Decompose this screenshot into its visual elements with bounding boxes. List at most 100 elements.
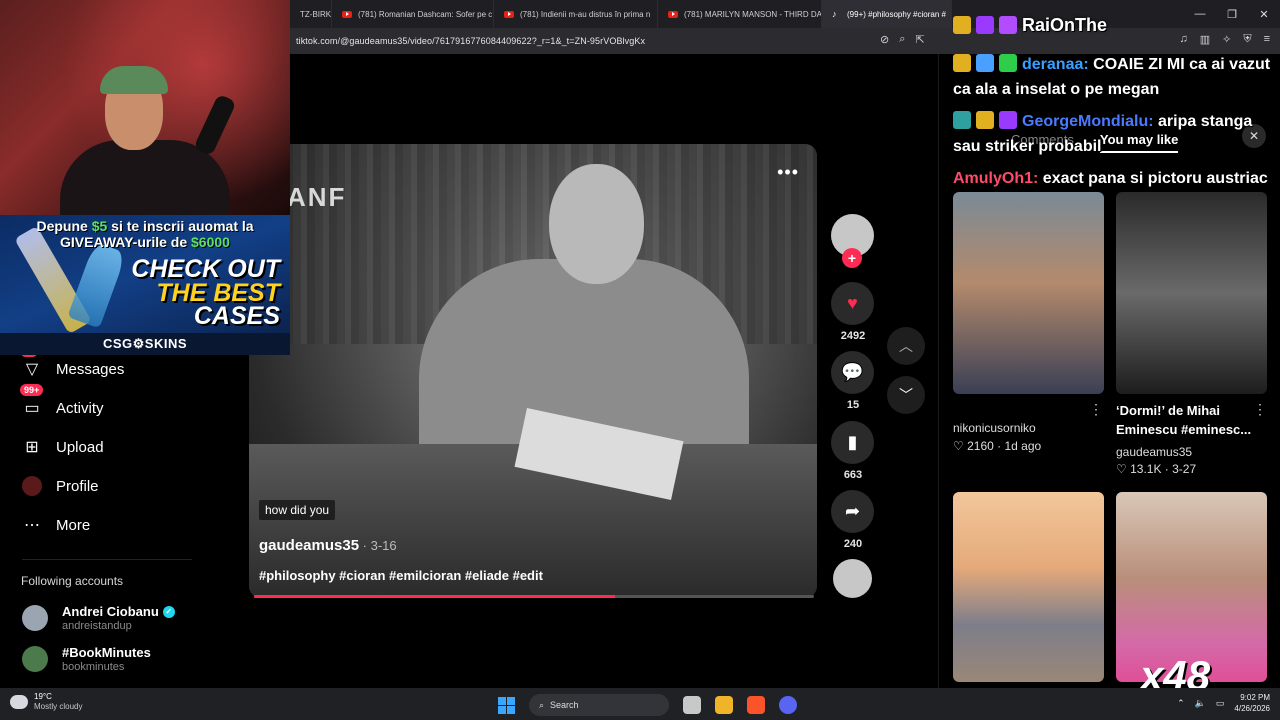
avatar	[22, 646, 48, 672]
verified-icon: ✓	[162, 605, 175, 618]
sidebar-item-profile[interactable]: Profile	[22, 476, 99, 496]
activity-badge: 99+	[20, 384, 44, 396]
emote-icon	[999, 16, 1017, 34]
tab-label: (99+) #philosophy #cioran #	[847, 9, 946, 19]
browser-tab[interactable]: TZ-BIRKE	[290, 0, 332, 28]
time: 9:02 PM	[1240, 693, 1270, 702]
network-icon[interactable]: ▭	[1216, 698, 1225, 709]
file-explorer-icon[interactable]	[715, 696, 733, 714]
url-field[interactable]: tiktok.com/@gaudeamus35/video/7617916776…	[296, 36, 645, 46]
sound-avatar[interactable]	[833, 559, 872, 598]
share-icon[interactable]: ⇱	[915, 33, 924, 46]
weather-widget[interactable]: 19°C Mostly cloudy	[10, 692, 82, 712]
system-tray: ⌃ 🔈 ▭ 9:02 PM 4/26/2026	[1177, 692, 1270, 714]
promo-line-1: Depune $5 si te inscrii auomat la	[0, 218, 290, 234]
tab-label: TZ-BIRKE	[300, 9, 332, 19]
brave-browser-icon[interactable]	[747, 696, 765, 714]
video-player[interactable]: ANF ••• how did you gaudeamus35 · 3-16 #…	[249, 144, 817, 598]
weather-desc: Mostly cloudy	[34, 702, 83, 711]
next-video-button[interactable]: ﹀	[887, 376, 925, 414]
thumb-likes: 2160	[967, 439, 994, 453]
thumb-author[interactable]: nikonicusorniko	[953, 421, 1036, 435]
previous-video-button[interactable]: ︿	[887, 327, 925, 365]
following-account[interactable]: Andrei Ciobanu ✓ andreistandup	[22, 604, 175, 632]
video-date: · 3-16	[359, 538, 397, 553]
robot-badge-icon	[976, 54, 994, 72]
sidebar-item-upload[interactable]: ⊞ Upload	[22, 437, 104, 457]
video-author[interactable]: gaudeamus35 · 3-16	[259, 537, 397, 554]
video-thumbnail[interactable]	[953, 492, 1104, 682]
discord-icon[interactable]	[779, 696, 797, 714]
thumb-title[interactable]: ‘Dormi!’ de Mihai Eminescu #eminesc...	[1116, 401, 1266, 439]
browser-tab[interactable]: (781) MARILYN MANSON - THIRD DA	[658, 0, 822, 28]
author-name[interactable]: gaudeamus35	[259, 537, 359, 554]
more-icon[interactable]: ⋮	[1089, 401, 1103, 418]
video-more-icon[interactable]: •••	[777, 162, 799, 183]
sidebar-item-label: Messages	[56, 360, 125, 378]
tab-label: (781) MARILYN MANSON - THIRD DA	[684, 9, 822, 19]
chat-user: AmulyOh1:	[953, 170, 1039, 187]
search-icon: ⌕	[539, 699, 545, 710]
youtube-icon	[342, 10, 352, 18]
promo-text: GIVEAWAY-urile de	[60, 234, 192, 250]
browser-tab-active[interactable]: ♪ (99+) #philosophy #cioran #	[822, 0, 952, 28]
save-button[interactable]: ▮	[831, 421, 874, 464]
sidebar-item-messages[interactable]: ▽40 Messages	[20, 345, 125, 379]
chat-message: RaiOnThe	[953, 13, 1107, 39]
save-count: 663	[843, 469, 863, 481]
chat-user: GeorgeMondialu:	[1022, 113, 1154, 130]
sidebar-item-label: Upload	[56, 438, 104, 456]
share-button[interactable]: ➦	[831, 490, 874, 533]
video-thumbnail[interactable]	[1116, 192, 1267, 394]
bookmark-icon: ▮	[847, 432, 858, 452]
chat-text: exact pana si pictoru austriac	[1038, 170, 1268, 187]
tab-label: (781) Indienii m-au distrus în prima n	[520, 9, 651, 19]
chat-user: deranaa:	[1022, 56, 1089, 73]
sidebar-item-more[interactable]: ⋯ More	[22, 515, 90, 535]
browser-tab[interactable]: (781) Romanian Dashcam: Sofer pe c	[332, 0, 494, 28]
video-thumbnail[interactable]	[953, 192, 1104, 394]
video-hashtags[interactable]: #philosophy #cioran #emilcioran #eliade …	[259, 568, 543, 583]
zoom-icon[interactable]: ⌕	[899, 33, 905, 46]
following-account[interactable]: #BookMinutes bookminutes	[22, 645, 151, 673]
taskbar-search[interactable]: ⌕ Search	[529, 694, 669, 716]
date: 4/26/2026	[1234, 704, 1270, 713]
windows-start-icon[interactable]	[498, 696, 515, 714]
video-caption: how did you	[259, 500, 336, 520]
promo-brand: CSG⚙SKINS	[0, 333, 290, 355]
promo-amount: $5	[91, 218, 108, 234]
like-count: 2492	[840, 330, 866, 342]
knife-graphic	[67, 241, 127, 329]
gift-badge-icon	[999, 111, 1017, 129]
chat-message: deranaa: COAIE ZI MI ca ai vazut ca ala …	[953, 52, 1273, 102]
youtube-icon	[504, 10, 514, 18]
account-name: Andrei Ciobanu	[62, 604, 159, 619]
task-view-icon[interactable]	[683, 696, 701, 714]
chevron-up-icon[interactable]: ⌃	[1177, 698, 1185, 709]
heart-icon: ♥	[847, 293, 858, 313]
progress-fill	[254, 595, 616, 598]
taskbar-apps: ⌕ Search	[498, 694, 797, 716]
activity-icon: ▭ 99+	[20, 384, 44, 418]
thumb-author[interactable]: gaudeamus35	[1116, 445, 1192, 459]
gift-badge-icon	[999, 54, 1017, 72]
promo-text: si te inscrii auomat la	[107, 218, 254, 234]
clock[interactable]: 9:02 PM 4/26/2026	[1234, 692, 1270, 714]
chat-message: AmulyOh1: exact pana si pictoru austriac	[953, 166, 1273, 191]
badge-icon	[953, 111, 971, 129]
like-button[interactable]: ♥	[831, 282, 874, 325]
sidebar-item-activity[interactable]: ▭ 99+ Activity	[20, 384, 104, 418]
promo-cta: CASES	[193, 302, 280, 330]
volume-icon[interactable]: 🔈	[1195, 698, 1206, 709]
following-heading: Following accounts	[21, 574, 124, 588]
video-progress-bar[interactable]	[254, 595, 814, 598]
thumb-stats: ♡ 13.1K · 3-27	[1116, 462, 1197, 476]
browser-tab[interactable]: (781) Indienii m-au distrus în prima n	[494, 0, 658, 28]
sidebar-item-label: Activity	[56, 399, 104, 417]
follow-plus-icon[interactable]: +	[842, 248, 862, 268]
reader-icon[interactable]: ⊘	[880, 33, 889, 46]
sidebar-item-label: Profile	[56, 477, 99, 495]
thumb-date: 1d ago	[1004, 439, 1042, 453]
comment-button[interactable]: 💬	[831, 351, 874, 394]
video-figure-head	[549, 164, 644, 284]
